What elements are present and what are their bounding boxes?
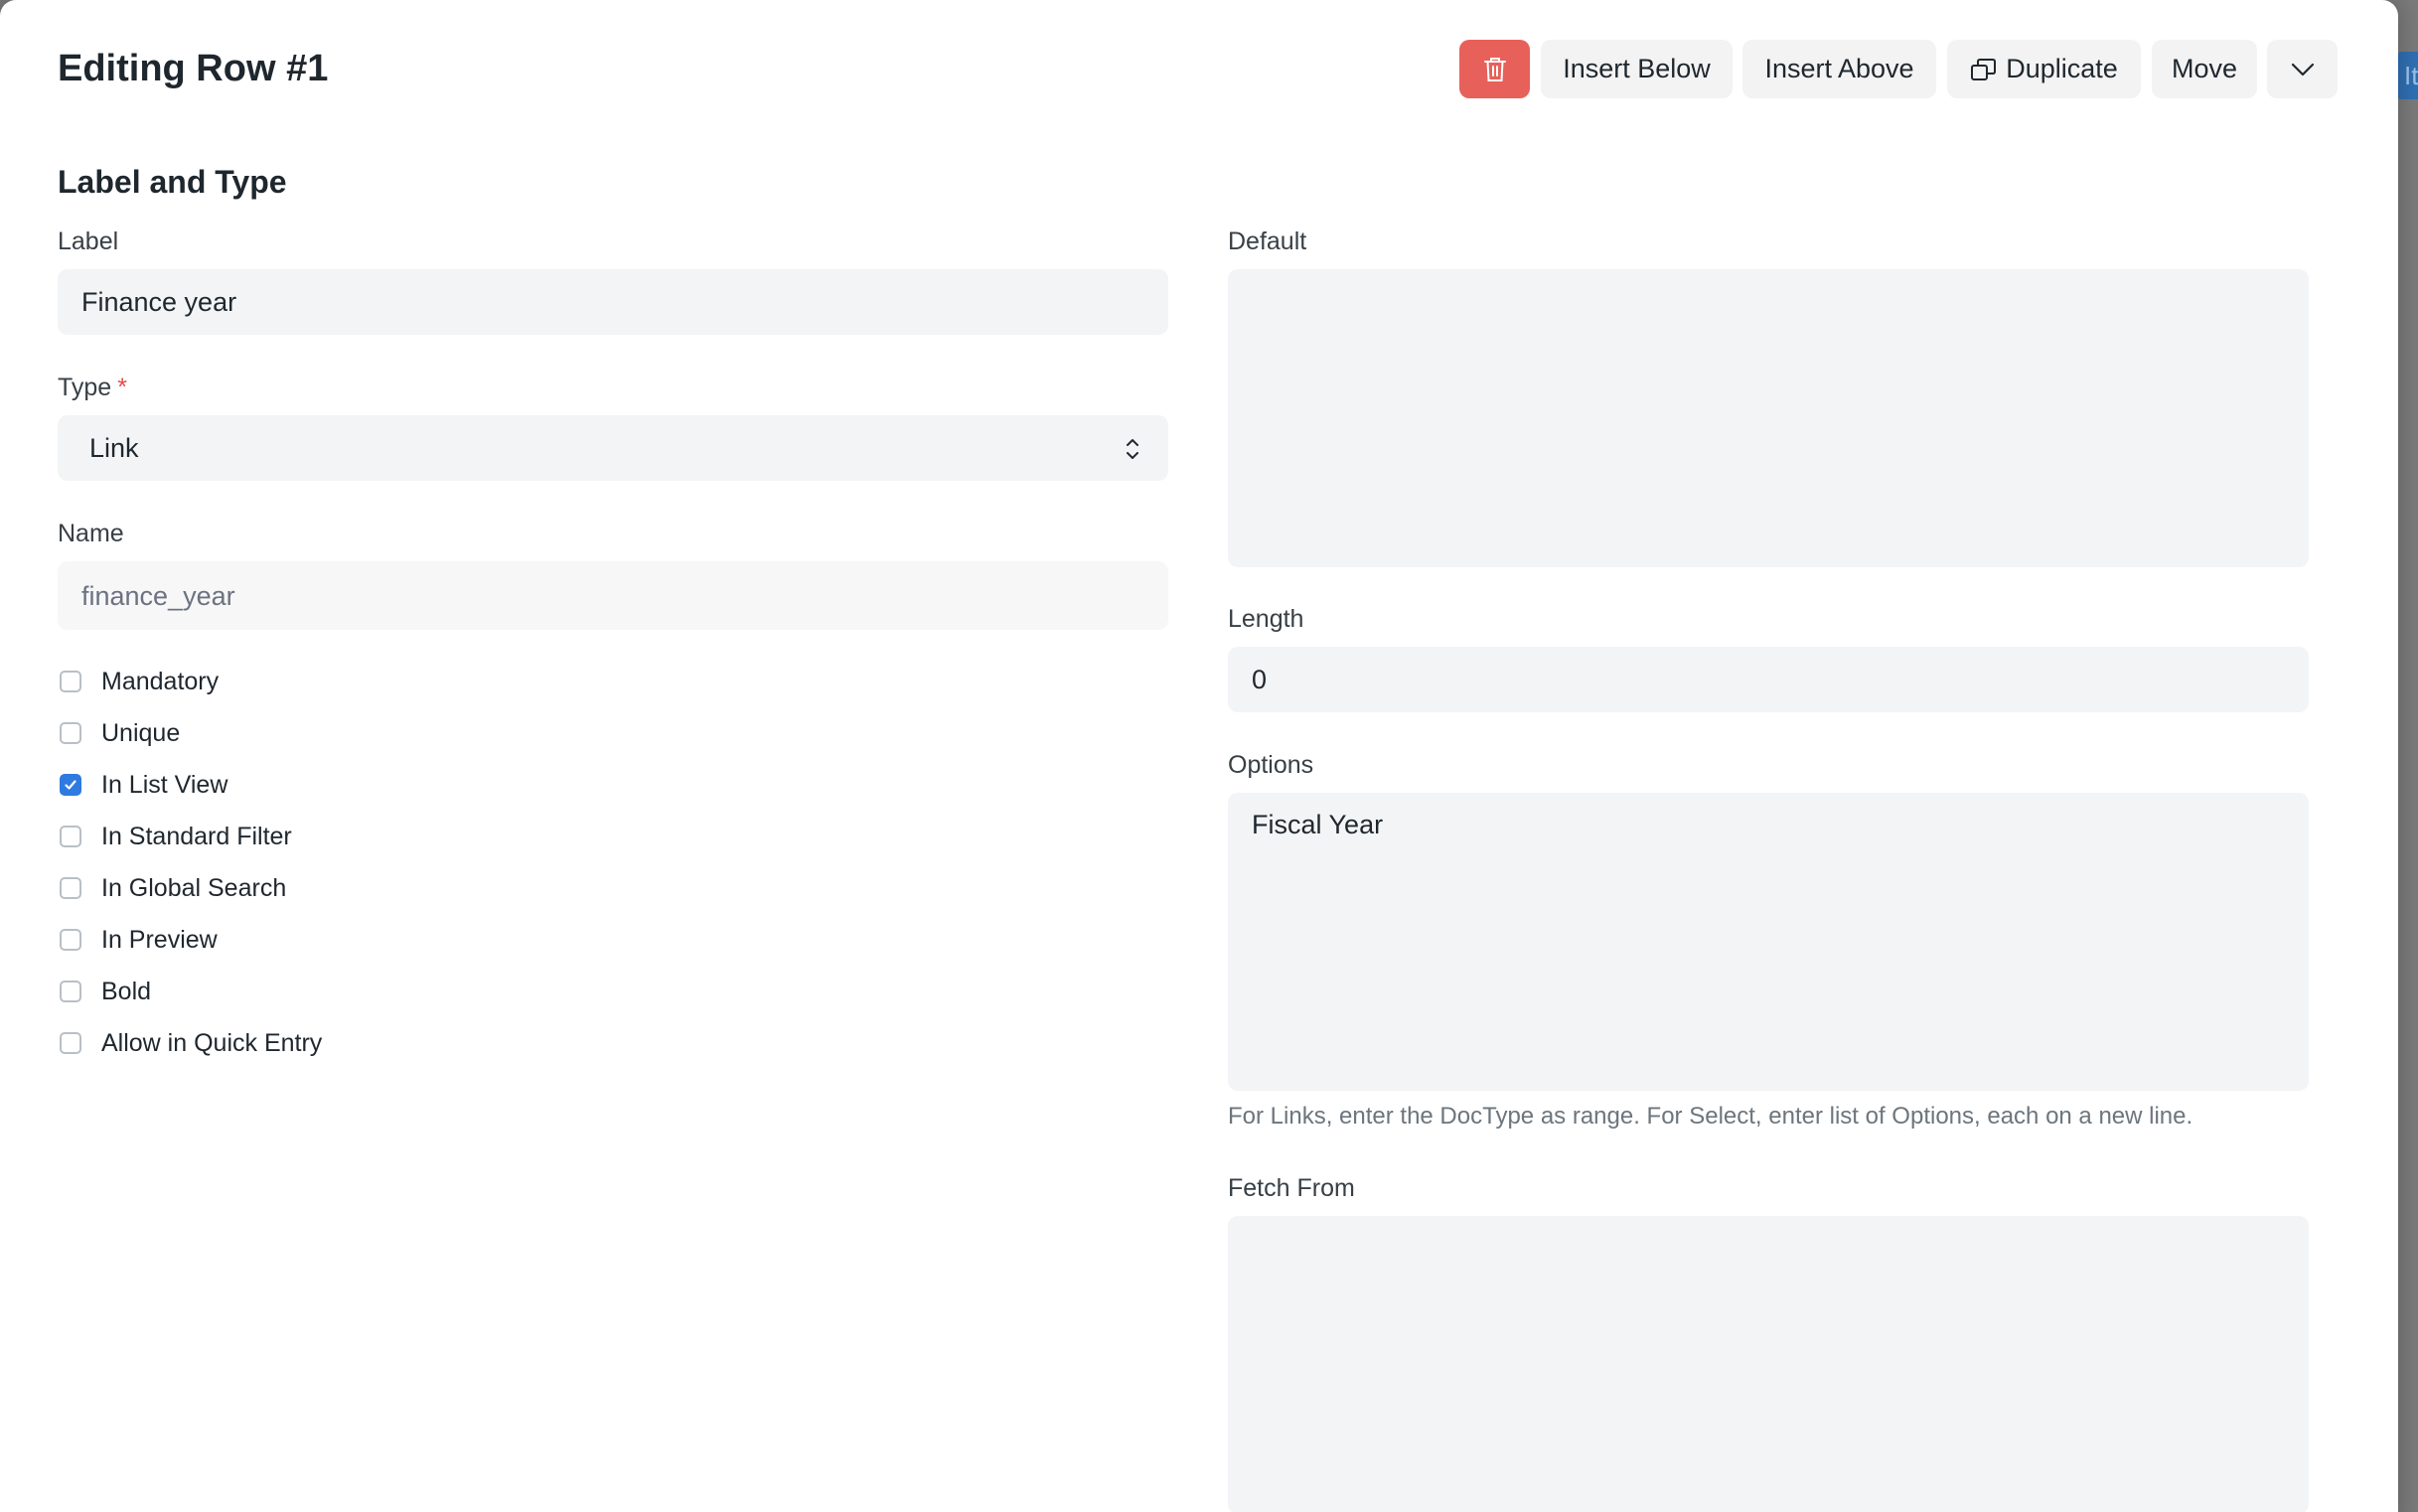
checkbox[interactable]	[60, 981, 81, 1002]
trash-icon	[1483, 56, 1507, 83]
required-mark: *	[117, 374, 127, 401]
screen: Ite Editing Row #1 Insert Below Insert A…	[0, 0, 2418, 1512]
duplicate-button-label: Duplicate	[2006, 54, 2118, 83]
insert-above-button[interactable]: Insert Above	[1742, 40, 1936, 98]
more-actions-button[interactable]	[2267, 40, 2338, 98]
length-field-label: Length	[1228, 605, 1304, 633]
move-button[interactable]: Move	[2152, 40, 2257, 98]
checkbox-label: In Preview	[101, 925, 218, 954]
default-textarea[interactable]	[1228, 269, 2309, 567]
type-label-text: Type	[58, 374, 112, 401]
checkbox-row[interactable]: In Global Search	[60, 873, 286, 903]
name-input-value: finance_year	[81, 581, 235, 611]
default-field-label: Default	[1228, 227, 1307, 255]
label-field-label: Label	[58, 227, 119, 255]
checkbox-label: Unique	[101, 718, 181, 747]
name-input[interactable]: finance_year	[58, 561, 1168, 630]
checkbox-row[interactable]: Unique	[60, 718, 180, 748]
check-icon	[65, 780, 76, 790]
select-arrows-icon	[1125, 435, 1140, 470]
checkbox-row[interactable]: Bold	[60, 977, 151, 1006]
type-field-label: Type *	[58, 374, 127, 402]
options-textarea[interactable]: Fiscal Year	[1228, 793, 2309, 1091]
checkbox-label: In Standard Filter	[101, 822, 292, 850]
length-input-value: 0	[1252, 665, 1268, 694]
length-input[interactable]: 0	[1228, 647, 2309, 712]
checkbox[interactable]	[60, 774, 81, 796]
insert-below-button[interactable]: Insert Below	[1541, 40, 1733, 98]
checkbox-label: In Global Search	[101, 873, 287, 902]
chevron-down-icon	[2290, 62, 2316, 77]
checkbox[interactable]	[60, 826, 81, 847]
dialog-title: Editing Row #1	[58, 48, 329, 89]
name-field-label: Name	[58, 520, 124, 547]
checkbox[interactable]	[60, 929, 81, 951]
checkbox-row[interactable]: In Standard Filter	[60, 822, 292, 851]
fetch-from-field-label: Fetch From	[1228, 1174, 1355, 1202]
checkbox[interactable]	[60, 1032, 81, 1054]
checkbox-label: Bold	[101, 977, 152, 1005]
duplicate-icon	[1970, 57, 1998, 82]
options-field-label: Options	[1228, 751, 1314, 779]
options-value: Fiscal Year	[1252, 810, 1384, 839]
type-select-value: Link	[89, 433, 139, 463]
checkbox-label: Mandatory	[101, 667, 220, 695]
options-help-text: For Links, enter the DocType as range. F…	[1228, 1103, 2193, 1130]
fetch-from-textarea[interactable]	[1228, 1216, 2309, 1512]
delete-row-button[interactable]	[1459, 40, 1530, 98]
checkbox-row[interactable]: In List View	[60, 770, 227, 800]
checkbox-label: Allow in Quick Entry	[101, 1028, 323, 1057]
duplicate-button[interactable]: Duplicate	[1947, 40, 2141, 98]
label-input[interactable]: Finance year	[58, 269, 1168, 335]
checkbox[interactable]	[60, 671, 81, 692]
checkbox[interactable]	[60, 877, 81, 899]
type-select[interactable]: Link	[58, 415, 1168, 481]
section-title: Label and Type	[58, 164, 287, 200]
checkbox-row[interactable]: In Preview	[60, 925, 218, 955]
checkbox-row[interactable]: Mandatory	[60, 667, 219, 696]
checkbox[interactable]	[60, 722, 81, 744]
background-page-button: Ite	[2396, 52, 2418, 99]
checkbox-label: In List View	[101, 770, 228, 799]
label-input-value: Finance year	[81, 287, 237, 317]
checkbox-row[interactable]: Allow in Quick Entry	[60, 1028, 322, 1058]
edit-row-dialog: Editing Row #1 Insert Below Insert Above	[0, 0, 2398, 1512]
